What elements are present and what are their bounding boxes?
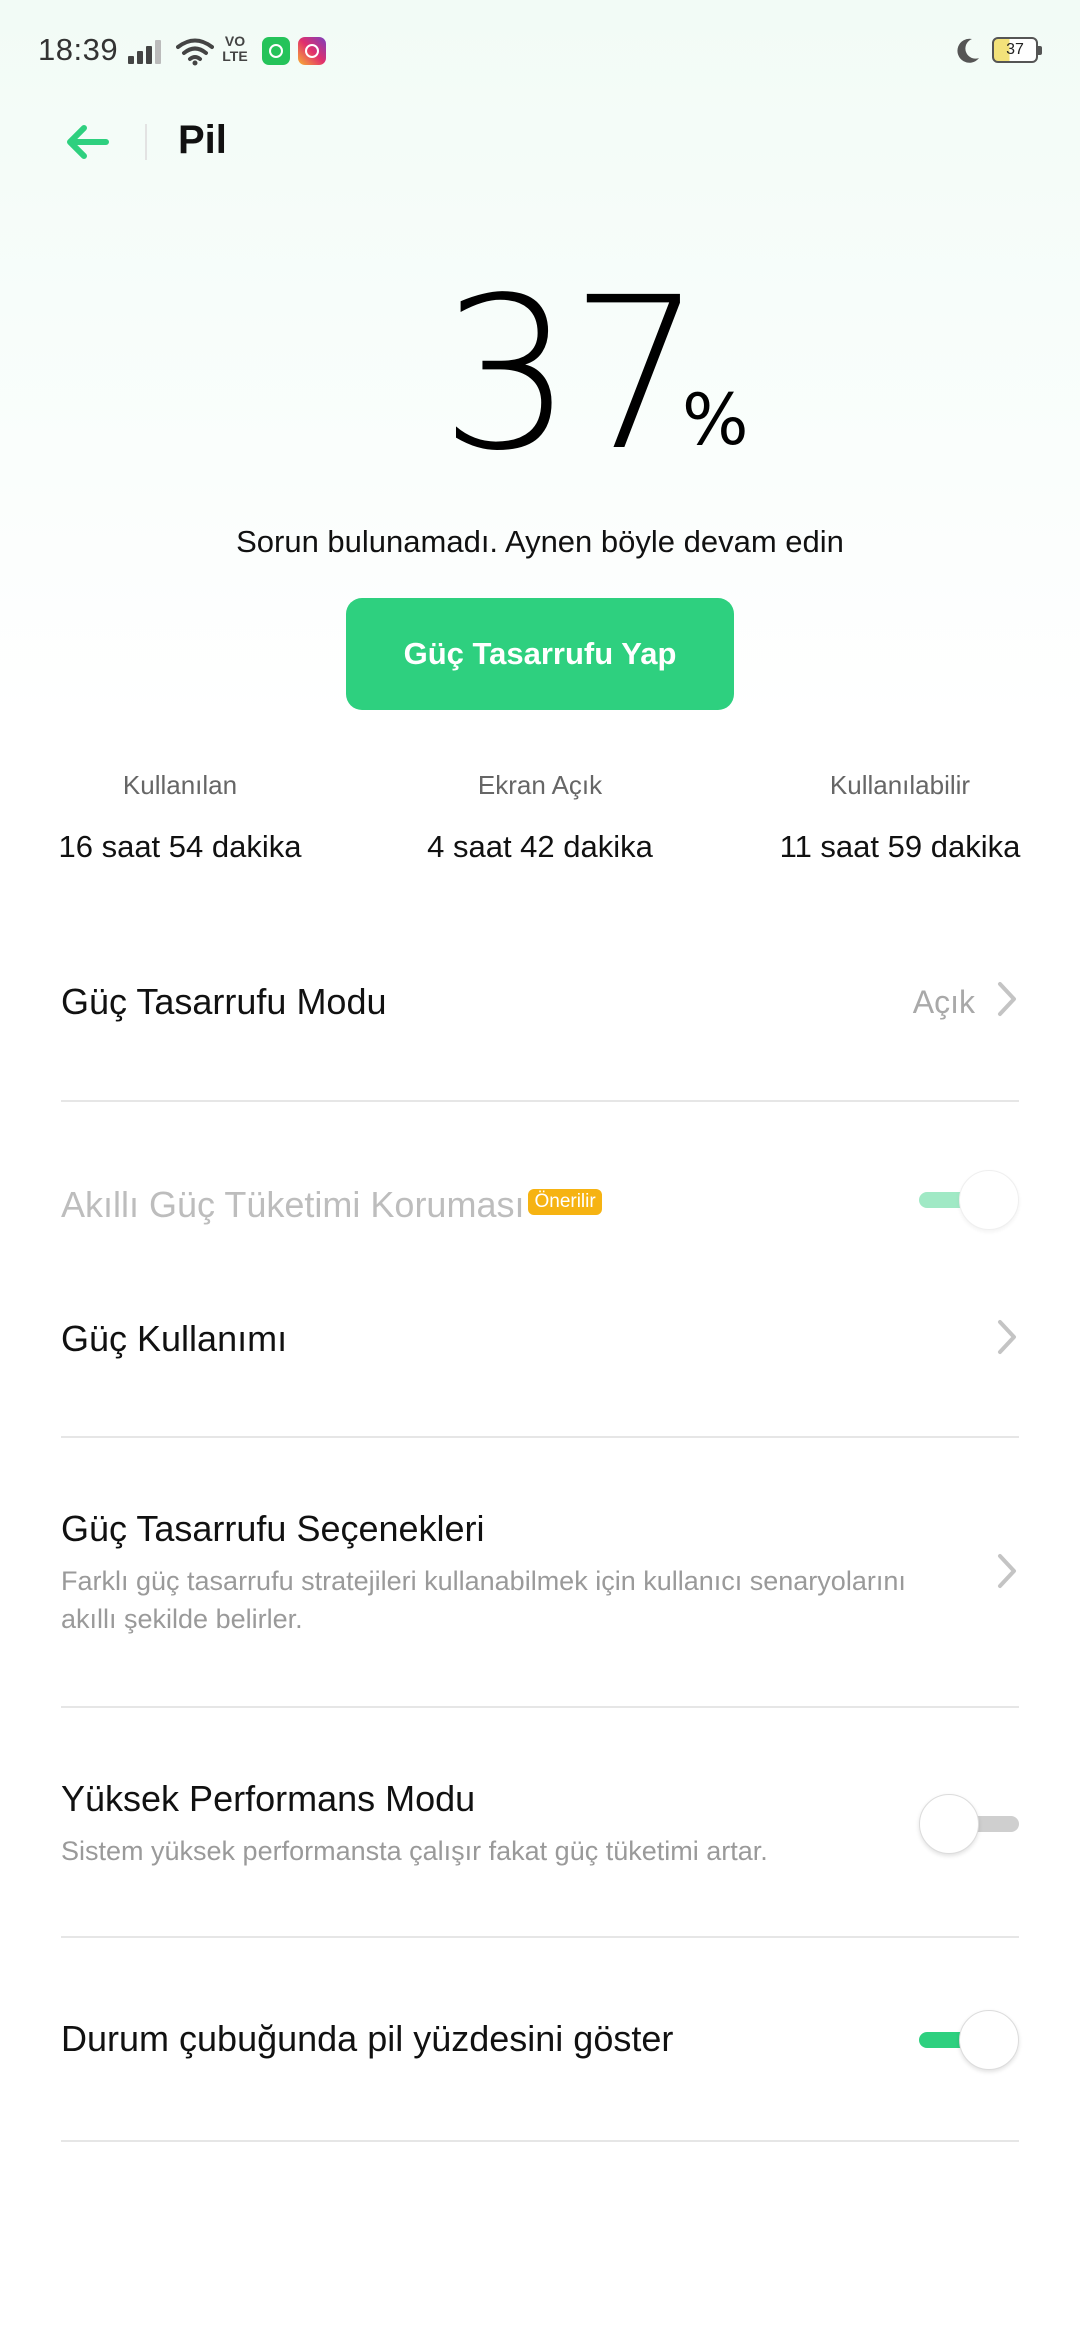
setting-subtitle: Farklı güç tasarrufu stratejileri kullan…: [61, 1566, 906, 1634]
page-title: Pil: [178, 118, 227, 162]
battery-icon: 37: [992, 37, 1042, 63]
divider: [61, 1706, 1019, 1708]
battery-percentage: 37 %: [0, 270, 1080, 490]
divider: [61, 2140, 1019, 2142]
toggle-knob: [919, 1794, 979, 1854]
chevron-right-icon: [998, 1554, 1016, 1588]
show-percentage-toggle[interactable]: [919, 2010, 1019, 2070]
setting-title: Durum çubuğunda pil yüzdesini göster: [61, 2018, 674, 2059]
whatsapp-icon: [262, 37, 290, 65]
stat-label: Ekran Açık: [477, 770, 603, 800]
app-header: Pil: [0, 100, 1080, 184]
stat-label: Kullanılan: [122, 770, 238, 800]
wifi-icon: [176, 38, 214, 66]
status-time: 18:39: [38, 32, 119, 67]
setting-subtitle: Sistem yüksek performansta çalışır fakat…: [61, 1836, 768, 1866]
setting-title: Yüksek Performans Modu: [61, 1778, 476, 1819]
stat-label: Kullanılabilir: [829, 770, 971, 800]
instagram-icon: [298, 37, 326, 65]
battery-stats: Kullanılan 16 saat 54 dakika Ekran Açık …: [0, 770, 1080, 880]
high-performance-toggle[interactable]: [919, 1794, 1019, 1854]
stat-value: 11 saat 59 dakika: [779, 829, 1021, 864]
volte-icon: VO LTE: [222, 33, 248, 64]
setting-high-performance[interactable]: Yüksek Performans Modu Sistem yüksek per…: [61, 1770, 1019, 1890]
toggle-knob: [959, 1170, 1019, 1230]
setting-power-saving-mode[interactable]: Güç Tasarrufu Modu Açık: [61, 960, 1019, 1080]
percent-sign: %: [682, 379, 749, 461]
setting-title: Güç Tasarrufu Modu: [61, 981, 387, 1022]
stat-value: 16 saat 54 dakika: [58, 829, 302, 864]
stat-used: Kullanılan 16 saat 54 dakika: [10, 770, 350, 865]
setting-title-text: Akıllı Güç Tüketimi Koruması: [61, 1184, 525, 1225]
stat-screen-on: Ekran Açık 4 saat 42 dakika: [370, 770, 710, 865]
divider: [61, 1100, 1019, 1102]
header-divider: [145, 124, 147, 160]
stat-available: Kullanılabilir 11 saat 59 dakika: [730, 770, 1070, 865]
chevron-right-icon: [998, 1320, 1016, 1354]
smart-protection-toggle[interactable]: [919, 1170, 1019, 1230]
battery-percent-value: 37: [440, 252, 703, 497]
divider: [61, 1436, 1019, 1438]
toggle-knob: [959, 2010, 1019, 2070]
signal-icon: [128, 40, 166, 64]
setting-smart-power-protection[interactable]: Akıllı Güç Tüketimi Koruması Önerilir: [61, 1170, 1019, 1240]
divider: [61, 1936, 1019, 1938]
setting-title: Güç Kullanımı: [61, 1318, 288, 1359]
setting-show-battery-percentage[interactable]: Durum çubuğunda pil yüzdesini göster: [61, 2010, 1019, 2110]
setting-title: Akıllı Güç Tüketimi Koruması Önerilir: [61, 1184, 602, 1226]
setting-value: Açık: [912, 984, 975, 1020]
setting-power-saving-options[interactable]: Güç Tasarrufu Seçenekleri Farklı güç tas…: [61, 1500, 1019, 1650]
stat-value: 4 saat 42 dakika: [427, 829, 653, 864]
chevron-right-icon: [998, 982, 1016, 1016]
power-save-button[interactable]: Güç Tasarrufu Yap: [346, 598, 734, 710]
status-bar: 18:39 VO LTE 37: [0, 0, 1080, 100]
moon-icon: [957, 38, 979, 63]
battery-status-message: Sorun bulunamadı. Aynen böyle devam edin: [236, 524, 844, 559]
setting-power-usage[interactable]: Güç Kullanımı: [61, 1300, 1019, 1380]
recommended-badge: Önerilir: [528, 1189, 602, 1215]
arrow-left-icon[interactable]: [60, 118, 112, 166]
setting-title: Güç Tasarrufu Seçenekleri: [61, 1508, 485, 1549]
